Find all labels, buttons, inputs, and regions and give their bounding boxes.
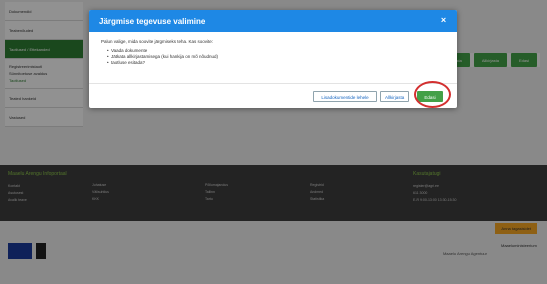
- dialog-footer: Lisadokumentide lehele Allkirjasta Edasi: [89, 83, 457, 108]
- list-item: taotluse esitada?: [107, 60, 445, 66]
- dialog-body: Palun valige, mida soovite järgmiseks te…: [89, 32, 457, 73]
- next-action-dialog: Järgmise tegevuse valimine × Palun valig…: [89, 10, 457, 108]
- dialog-title: Järgmise tegevuse valimine: [99, 17, 206, 26]
- options-list: Vaada dokumente Jätkata allkirjastamiseg…: [101, 48, 445, 66]
- dialog-header: Järgmise tegevuse valimine ×: [89, 10, 457, 32]
- add-documents-button[interactable]: Lisadokumentide lehele: [313, 91, 377, 102]
- sign-button[interactable]: Allkirjasta: [380, 91, 409, 102]
- close-icon[interactable]: ×: [439, 16, 448, 25]
- highlight-circle: [414, 81, 451, 108]
- dialog-question: Palun valige, mida soovite järgmiseks te…: [101, 39, 214, 44]
